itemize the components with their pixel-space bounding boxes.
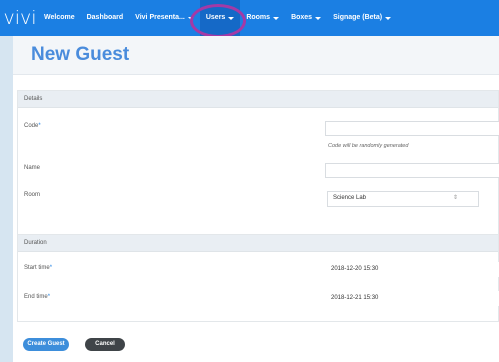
duration-heading: Duration — [18, 235, 498, 252]
nav-item-users[interactable]: Users — [199, 0, 241, 36]
nav-item-label: Boxes — [291, 14, 313, 21]
logo-text: vivi — [3, 7, 37, 29]
end-time-field[interactable]: 2018-12-21 15:30 — [325, 291, 499, 306]
code-hint: Code will be randomly generated — [328, 143, 409, 149]
start-time-label: Start time* — [24, 265, 52, 271]
page-header: New Guest — [13, 36, 499, 75]
select-arrows-icon: ⇕ — [452, 195, 458, 201]
top-navbar: vivi Welcome Dashboard Vivi Presenta... … — [0, 0, 499, 36]
required-marker: * — [49, 265, 53, 271]
room-select-value: Science Lab — [333, 195, 367, 201]
caret-down-icon — [187, 16, 194, 20]
code-field[interactable] — [325, 121, 499, 136]
required-marker: * — [47, 294, 51, 300]
start-time-label-text: Start time — [24, 265, 50, 271]
start-time-field[interactable]: 2018-12-20 15:30 — [325, 262, 499, 277]
caret-down-icon — [228, 16, 235, 20]
caret-down-icon — [385, 16, 392, 20]
start-time-value: 2018-12-20 15:30 — [331, 266, 379, 272]
caret-down-icon — [273, 16, 280, 20]
nav-item-signage[interactable]: Signage (Beta) — [327, 0, 397, 36]
nav-item-label: Rooms — [246, 14, 271, 21]
nav-menu: Welcome Dashboard Vivi Presenta... Users… — [38, 0, 397, 36]
cancel-button[interactable]: Cancel — [85, 338, 125, 351]
nav-item-rooms[interactable]: Rooms — [240, 0, 285, 36]
name-label: Name — [24, 165, 41, 171]
code-label: Code* — [24, 123, 41, 129]
end-time-value: 2018-12-21 15:30 — [331, 295, 379, 301]
code-label-text: Code — [24, 123, 39, 129]
nav-item-label: Vivi Presenta... — [135, 14, 185, 21]
nav-item-label: Welcome — [44, 14, 75, 21]
caret-down-icon — [315, 16, 322, 20]
main-content: New Guest Details Code* Code will be ran… — [13, 36, 499, 362]
vivi-logo[interactable]: vivi — [0, 0, 36, 36]
name-field[interactable] — [325, 163, 499, 178]
nav-item-boxes[interactable]: Boxes — [285, 0, 327, 36]
nav-item-label: Users — [205, 14, 226, 21]
room-label: Room — [24, 192, 41, 198]
nav-item-welcome[interactable]: Welcome — [38, 0, 81, 36]
end-time-label-text: End time — [24, 294, 48, 300]
nav-item-vivi-presentations[interactable]: Vivi Presenta... — [129, 0, 200, 36]
room-select[interactable]: Science Lab ⇕ — [327, 191, 479, 207]
nav-item-label: Dashboard — [86, 14, 124, 21]
details-heading: Details — [18, 91, 498, 108]
page-title: New Guest — [31, 44, 130, 65]
duration-panel: Duration Start time* 2018-12-20 15:30 En… — [17, 234, 499, 322]
end-time-label: End time* — [24, 294, 50, 300]
nav-item-dashboard[interactable]: Dashboard — [81, 0, 130, 36]
nav-item-label: Signage (Beta) — [333, 14, 383, 21]
create-guest-button[interactable]: Create Guest — [23, 338, 69, 351]
required-marker: * — [38, 123, 41, 129]
